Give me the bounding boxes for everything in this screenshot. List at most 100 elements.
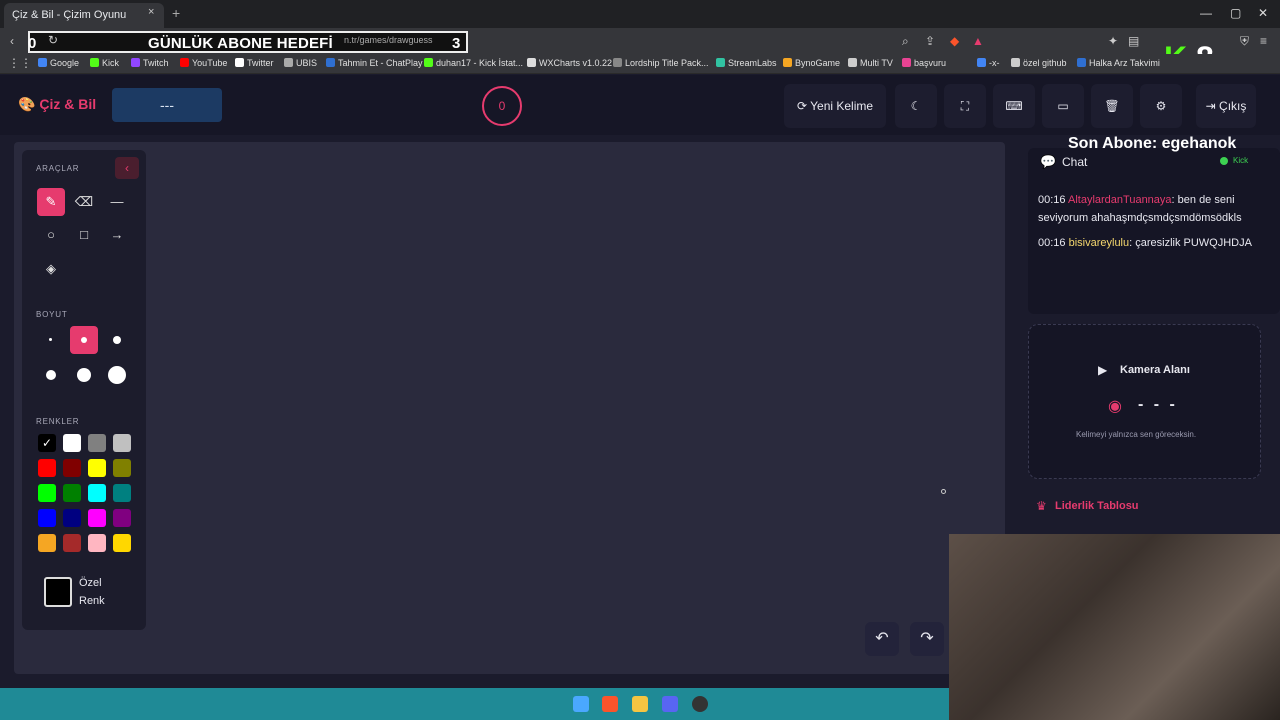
size-option[interactable]: [37, 326, 65, 354]
rewards-icon[interactable]: ▲: [972, 34, 984, 48]
video-camera-icon: ▶: [1098, 363, 1108, 377]
size-option[interactable]: [103, 361, 131, 389]
settings-button[interactable]: ⚙: [1140, 84, 1182, 128]
app-logo[interactable]: 🎨 Çiz & Bil: [18, 96, 96, 113]
back-icon[interactable]: ‹: [10, 34, 14, 48]
color-swatch[interactable]: [113, 534, 131, 552]
drawing-canvas[interactable]: [14, 142, 1005, 674]
extensions-icon[interactable]: ✦: [1108, 34, 1118, 48]
bookmark-icon: [716, 58, 725, 67]
goal-target-count: 3: [452, 35, 461, 52]
fill-tool[interactable]: ◈: [37, 255, 65, 283]
apps-icon[interactable]: ⋮⋮: [8, 56, 32, 70]
bookmark-item[interactable]: UBIS: [284, 58, 317, 68]
brave-shield-icon[interactable]: ◆: [950, 34, 959, 48]
circle-tool[interactable]: ○: [37, 221, 65, 249]
collapse-panel-button[interactable]: ‹: [115, 157, 139, 179]
custom-color-swatch[interactable]: [44, 577, 72, 607]
custom-color-label[interactable]: Özel Renk: [79, 574, 119, 610]
sidebar-toggle-icon[interactable]: ▤: [1128, 34, 1139, 48]
bookmark-item[interactable]: WXCharts v1.0.22: [527, 58, 612, 68]
color-swatch[interactable]: [88, 459, 106, 477]
color-swatch[interactable]: ✓: [38, 434, 56, 452]
bookmark-item[interactable]: Multi TV: [848, 58, 893, 68]
bookmark-item[interactable]: Google: [38, 58, 79, 68]
color-swatch[interactable]: [88, 534, 106, 552]
discord-icon[interactable]: [662, 696, 678, 712]
goal-current-count: 0: [28, 35, 37, 52]
color-swatch[interactable]: [38, 509, 56, 527]
logout-button[interactable]: ⇥ Çıkış: [1196, 84, 1256, 128]
color-swatch[interactable]: [113, 459, 131, 477]
close-window-icon[interactable]: ✕: [1258, 6, 1268, 20]
archive-button[interactable]: ▭: [1042, 84, 1084, 128]
tab-close-icon[interactable]: ×: [148, 6, 154, 18]
bookmark-item[interactable]: Halka Arz Takvimi: [1077, 58, 1160, 68]
color-swatch[interactable]: [113, 434, 131, 452]
bookmark-item[interactable]: -x-: [977, 58, 1000, 68]
size-option[interactable]: [103, 326, 131, 354]
undo-button[interactable]: ↶: [865, 622, 899, 656]
color-swatch[interactable]: [88, 509, 106, 527]
clear-button[interactable]: 🗑: [1091, 84, 1133, 128]
color-swatch[interactable]: [63, 509, 81, 527]
bookmark-item[interactable]: başvuru: [902, 58, 946, 68]
size-option[interactable]: [70, 326, 98, 354]
fullscreen-button[interactable]: ⛶: [944, 84, 986, 128]
redo-button[interactable]: ↷: [910, 622, 944, 656]
bookmark-item[interactable]: Kick: [90, 58, 119, 68]
bookmark-item[interactable]: BynoGame: [783, 58, 840, 68]
windows-start-icon[interactable]: [573, 696, 589, 712]
bookmark-item[interactable]: Tahmin Et - ChatPlay: [326, 58, 423, 68]
size-option[interactable]: [37, 361, 65, 389]
share-icon[interactable]: ⇪: [925, 34, 935, 48]
bookmark-item[interactable]: YouTube: [180, 58, 227, 68]
obs-icon[interactable]: [692, 696, 708, 712]
bookmark-icon: [424, 58, 433, 67]
browser-tab[interactable]: Çiz & Bil - Çizim Oyunu: [4, 3, 164, 28]
bookmark-icon: [131, 58, 140, 67]
bookmark-item[interactable]: Twitch: [131, 58, 169, 68]
bookmark-icon: [284, 58, 293, 67]
new-tab-icon[interactable]: +: [172, 5, 180, 21]
color-swatch[interactable]: [88, 434, 106, 452]
arrow-tool[interactable]: →: [103, 221, 131, 249]
color-swatch[interactable]: [38, 459, 56, 477]
file-explorer-icon[interactable]: [632, 696, 648, 712]
color-swatch[interactable]: [38, 484, 56, 502]
bookmark-item[interactable]: duhan17 - Kick İstat...: [424, 58, 523, 68]
bookmark-item[interactable]: StreamLabs: [716, 58, 777, 68]
reload-icon[interactable]: ↻: [48, 33, 58, 47]
color-swatch[interactable]: [63, 434, 81, 452]
chat-title: Chat: [1062, 155, 1088, 169]
color-swatch[interactable]: [63, 459, 81, 477]
brave-browser-icon[interactable]: [602, 696, 618, 712]
camera-word: - - -: [1138, 396, 1178, 413]
new-word-button[interactable]: ⟳ Yeni Kelime: [784, 84, 886, 128]
bookmark-item[interactable]: Twitter: [235, 58, 274, 68]
size-option[interactable]: [70, 361, 98, 389]
color-swatch[interactable]: [113, 484, 131, 502]
bookmark-item[interactable]: Lordship Title Pack...: [613, 58, 709, 68]
theme-toggle-button[interactable]: ☾: [895, 84, 937, 128]
taskbar: [0, 688, 949, 720]
color-swatch[interactable]: [63, 534, 81, 552]
brush-icon: ✎: [45, 194, 57, 209]
color-swatch[interactable]: [63, 484, 81, 502]
rectangle-tool[interactable]: □: [70, 221, 98, 249]
line-tool[interactable]: —: [103, 188, 131, 216]
word-display: ---: [112, 88, 222, 122]
eraser-tool[interactable]: ⌫: [70, 188, 98, 216]
color-swatch[interactable]: [88, 484, 106, 502]
keyboard-button[interactable]: ⌨: [993, 84, 1035, 128]
chat-message: 00:16 AltaylardanTuannaya: ben de seni s…: [1038, 194, 1242, 224]
zoom-icon[interactable]: ⌕: [902, 34, 909, 49]
color-swatch[interactable]: [113, 509, 131, 527]
colors-heading: RENKLER: [36, 417, 80, 426]
brush-tool[interactable]: ✎: [37, 188, 65, 216]
maximize-icon[interactable]: ▢: [1230, 6, 1241, 20]
color-swatch[interactable]: [38, 534, 56, 552]
minimize-icon[interactable]: —: [1200, 6, 1212, 20]
bookmark-item[interactable]: özel github: [1011, 58, 1067, 68]
gear-icon: ⚙: [1155, 99, 1167, 113]
